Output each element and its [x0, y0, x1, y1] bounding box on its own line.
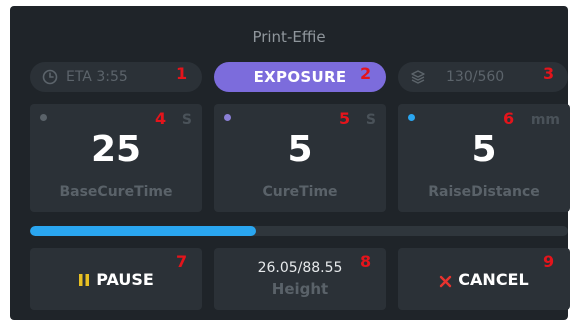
pause-icon — [78, 272, 90, 286]
printer-name: Print-Effie — [252, 28, 326, 46]
clock-icon — [42, 69, 58, 85]
annotation-marker: 8 — [360, 252, 372, 271]
base-cure-time-card[interactable]: S 25 BaseCureTime — [30, 104, 202, 212]
annotation-marker: 6 — [503, 109, 515, 128]
unit-label: mm — [530, 112, 560, 128]
annotation-marker: 1 — [176, 64, 188, 83]
annotation-marker: 9 — [543, 252, 555, 271]
cure-time-value: 5 — [287, 129, 313, 170]
unit-label: S — [365, 112, 376, 128]
raise-distance-card[interactable]: mm 5 RaiseDistance — [398, 104, 570, 212]
raise-distance-label: RaiseDistance — [428, 184, 540, 200]
status-dot — [408, 114, 415, 121]
annotation-marker: 3 — [543, 64, 555, 83]
printer-screen: Print-Effie ETA 3:55 EXPOSURE 130/560 S … — [10, 6, 570, 320]
unit-label: S — [181, 112, 192, 128]
progress-fill — [30, 226, 256, 236]
raise-distance-value: 5 — [471, 129, 497, 170]
status-text: EXPOSURE — [253, 68, 347, 86]
print-progress-bar — [30, 226, 568, 236]
annotation-marker: 2 — [360, 64, 372, 83]
close-icon — [439, 273, 452, 287]
cancel-label: CANCEL — [458, 269, 529, 289]
base-cure-time-value: 25 — [90, 129, 142, 170]
height-label: Height — [271, 280, 329, 298]
eta-text: ETA 3:55 — [66, 69, 128, 85]
pause-label: PAUSE — [96, 269, 154, 289]
status-dot — [224, 114, 231, 121]
cure-time-label: CureTime — [262, 184, 338, 200]
layer-counter-text: 130/560 — [446, 69, 505, 85]
annotation-marker: 4 — [155, 109, 167, 128]
annotation-marker: 7 — [176, 252, 188, 271]
height-value: 26.05/88.55 — [257, 260, 343, 276]
layers-icon — [410, 69, 426, 85]
cure-time-card[interactable]: S 5 CureTime — [214, 104, 386, 212]
annotation-marker: 5 — [339, 109, 351, 128]
base-cure-time-label: BaseCureTime — [59, 184, 173, 200]
status-dot — [40, 114, 47, 121]
